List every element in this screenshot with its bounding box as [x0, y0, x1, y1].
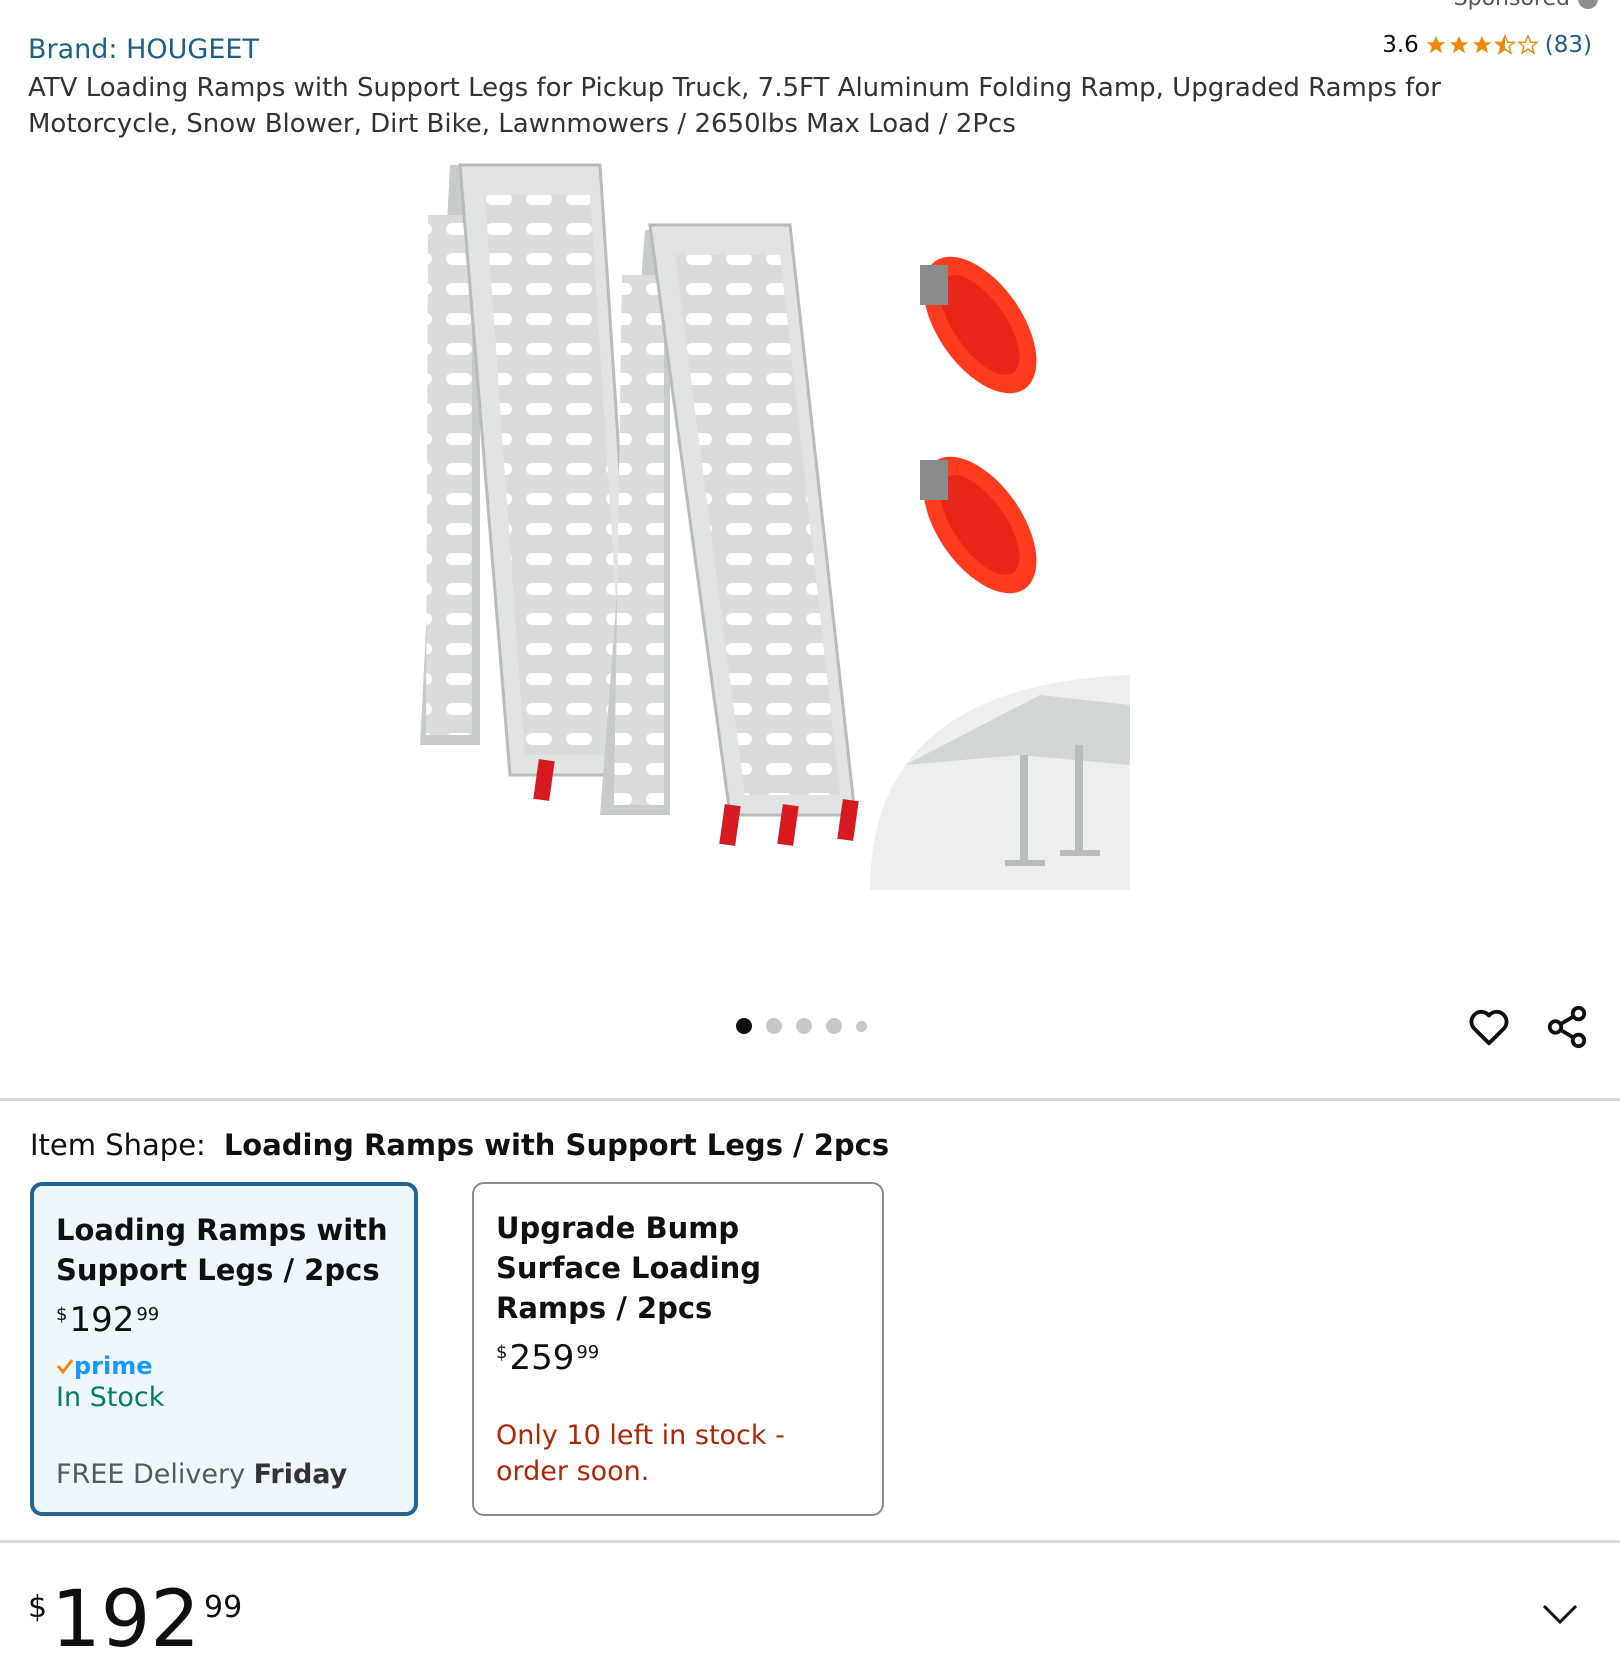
price-symbol: $ [28, 1590, 48, 1625]
section-divider [0, 1098, 1620, 1101]
rating-count: (83) [1544, 32, 1592, 58]
star-full-icon [1426, 35, 1445, 54]
rating-score: 3.6 [1382, 32, 1419, 58]
item-shape-value: Loading Ramps with Support Legs / 2pcs [223, 1128, 890, 1162]
rating-summary[interactable]: 3.6 (83) [1382, 32, 1592, 58]
sponsored-text: Sponsored [1454, 0, 1570, 11]
carousel-dot[interactable] [766, 1018, 782, 1034]
prime-check-icon [56, 1359, 74, 1375]
stock-status: In Stock [56, 1382, 165, 1413]
price-whole: 259 [509, 1338, 575, 1378]
star-full-icon [1449, 35, 1468, 54]
item-shape-heading: Item Shape: Loading Ramps with Support Le… [30, 1128, 889, 1162]
price-fraction: 99 [136, 1304, 160, 1325]
star-empty-icon [1516, 34, 1539, 55]
option-card-bump-surface[interactable]: Upgrade Bump Surface Loading Ramps / 2pc… [472, 1182, 884, 1516]
delivery-day: Friday [253, 1459, 348, 1490]
carousel-dot[interactable] [736, 1018, 752, 1034]
option-title: Loading Ramps with Support Legs / 2pcs [56, 1213, 388, 1287]
price-symbol: $ [56, 1304, 68, 1325]
delivery-prefix: FREE Delivery [56, 1459, 254, 1490]
heart-icon[interactable] [1466, 1004, 1512, 1050]
section-divider [0, 1540, 1620, 1543]
price-whole: 192 [69, 1300, 135, 1340]
chevron-down-icon[interactable] [1540, 1598, 1580, 1628]
share-icon[interactable] [1544, 1004, 1590, 1050]
stock-status: Only 10 left in stock - order soon. [496, 1420, 785, 1487]
prime-badge: prime [56, 1352, 392, 1380]
price-symbol: $ [496, 1342, 508, 1363]
item-shape-label: Item Shape: [30, 1128, 206, 1162]
option-title: Upgrade Bump Surface Loading Ramps / 2pc… [496, 1211, 762, 1325]
option-card-support-legs[interactable]: Loading Ramps with Support Legs / 2pcs $… [30, 1182, 418, 1516]
price-whole: 192 [51, 1575, 200, 1665]
option-price: $192 99 [56, 1300, 392, 1340]
prime-text: prime [74, 1352, 153, 1380]
brand-link[interactable]: Brand: HOUGEET [28, 34, 259, 65]
carousel-dot[interactable] [796, 1018, 812, 1034]
price-fraction: 99 [203, 1590, 243, 1625]
info-icon[interactable] [1578, 0, 1598, 9]
delivery-info: FREE Delivery Friday [56, 1459, 347, 1490]
product-image[interactable] [400, 155, 1200, 945]
star-half-icon [1493, 34, 1516, 55]
carousel-dot[interactable] [826, 1018, 842, 1034]
image-carousel-dots[interactable] [736, 1018, 867, 1034]
star-rating [1425, 34, 1539, 56]
sponsored-label[interactable]: Sponsored [1454, 0, 1598, 11]
option-price: $259 99 [496, 1338, 860, 1378]
product-title: ATV Loading Ramps with Support Legs for … [28, 73, 1441, 139]
price-fraction: 99 [576, 1342, 600, 1363]
carousel-dot[interactable] [856, 1020, 867, 1032]
main-price: $192 99 [28, 1580, 242, 1660]
star-full-icon [1472, 35, 1491, 54]
